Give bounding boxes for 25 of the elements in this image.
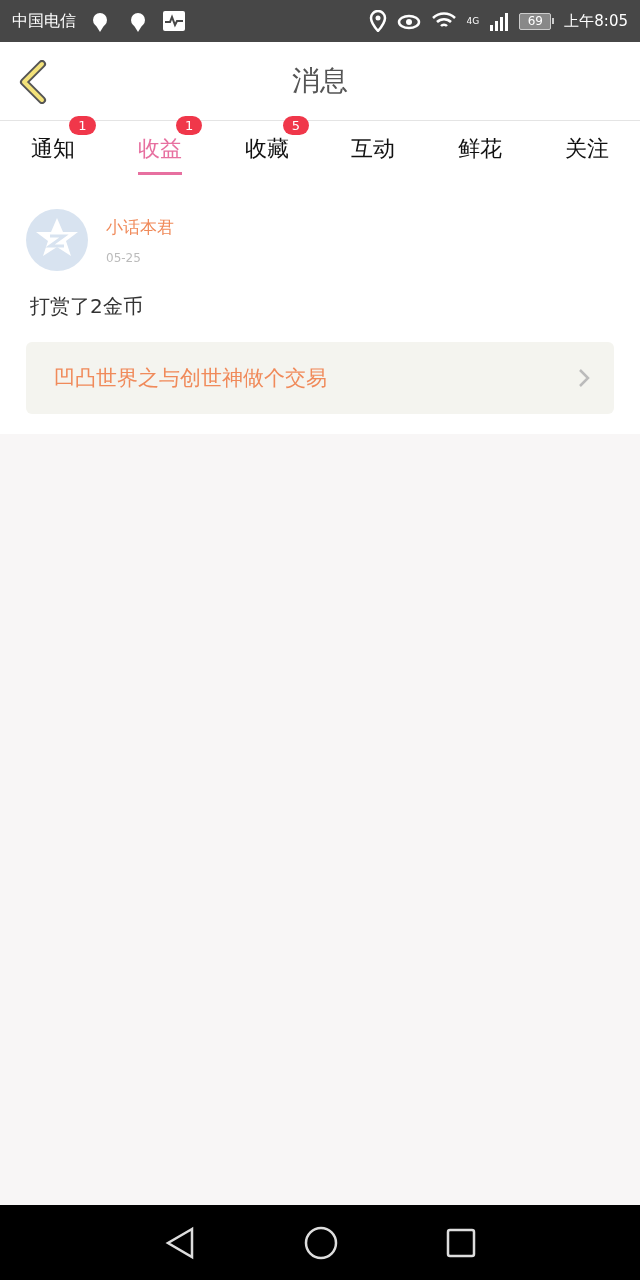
page-title: 消息 [292, 63, 348, 99]
avatar-icon [26, 209, 88, 271]
eye-icon [396, 12, 421, 30]
message-text: 打赏了2金币 [30, 293, 144, 320]
tab[interactable]: 关注 [564, 125, 609, 175]
count-badge: 5 [282, 116, 309, 135]
message-date: 05-25 [106, 250, 142, 265]
recent-apps-icon[interactable] [446, 1227, 476, 1258]
tab[interactable]: 鲜花 [458, 125, 502, 175]
battery-level: 69 [519, 12, 552, 30]
chevron-right-icon [578, 368, 590, 388]
count-badge: 1 [176, 116, 203, 135]
back-icon[interactable] [164, 1225, 196, 1260]
home-icon[interactable] [304, 1225, 338, 1260]
battery-tip-icon [552, 18, 555, 24]
tab[interactable]: 互动 [351, 125, 396, 175]
carrier: 中国电信 [12, 10, 76, 32]
location-icon [368, 10, 387, 32]
activity-icon [162, 10, 186, 32]
back-icon[interactable] [18, 60, 48, 104]
signal-icon [489, 11, 510, 31]
network-type: 4G [466, 16, 480, 26]
work-title: 凹凸世界之与创世神做个交易 [54, 365, 327, 392]
count-badge: 1 [69, 116, 96, 135]
clock: 上午8:05 [564, 11, 628, 31]
